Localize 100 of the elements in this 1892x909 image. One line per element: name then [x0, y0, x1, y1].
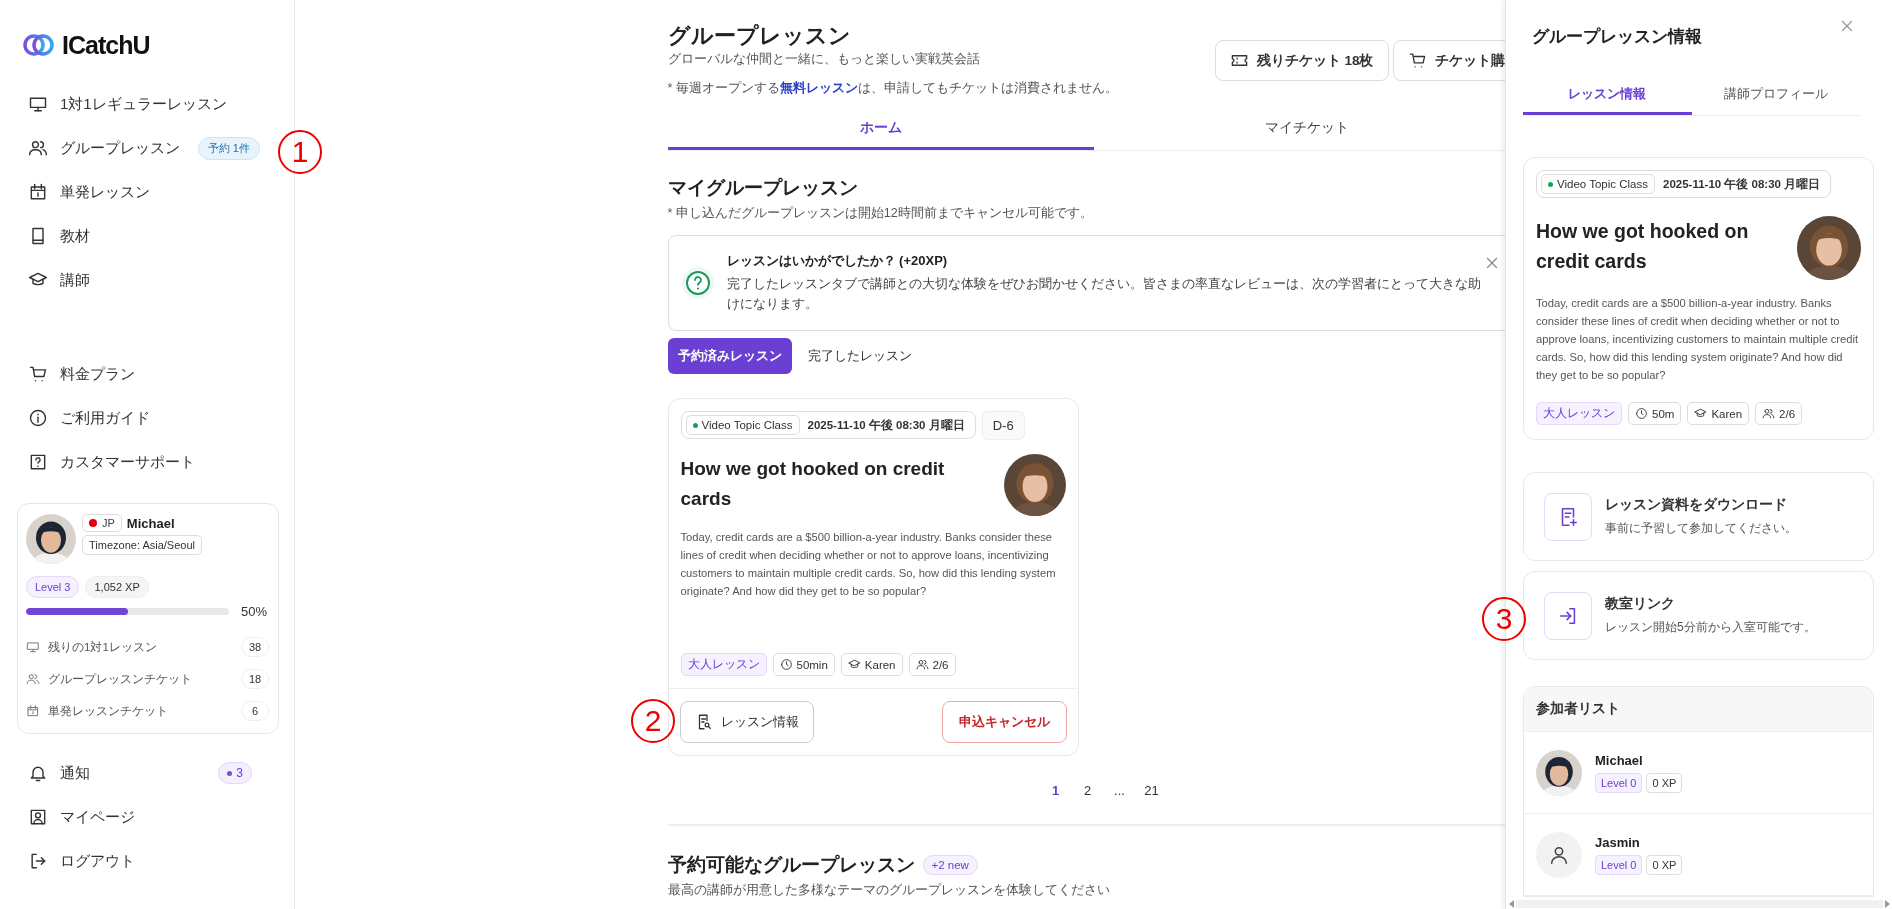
- lesson-tag: Karen: [840, 653, 903, 676]
- class-type-tag: Video Topic Class: [1541, 174, 1655, 194]
- lesson-title: How we got hooked on credit cards: [1536, 219, 1750, 274]
- resource-title: レッスン資料をダウンロード: [1605, 496, 1788, 514]
- section-note: * 申し込んだグループレッスンは開始12時間前までキャンセル可能です。: [667, 205, 1094, 222]
- level-tag: Level 0: [1595, 772, 1643, 793]
- profile-icon: [28, 807, 48, 827]
- progress-reading: 50%: [241, 604, 268, 619]
- feedback-text: 完了したレッスンタブで講師との大切な体験をぜひお聞かせください。皆さまの率直なレビューは、次の学習者にとって大きな助けになります。: [726, 276, 1482, 313]
- country-tag: JP: [82, 514, 122, 532]
- section-title: マイグループレッスン: [667, 176, 859, 200]
- logout-icon: [28, 851, 48, 871]
- nav-item[interactable]: 1対1レギュラーレッスン: [22, 82, 276, 126]
- nav-item[interactable]: 料金プラン: [22, 352, 276, 396]
- tab[interactable]: マイチケット: [1093, 108, 1520, 150]
- section-title: 予約可能なグループレッスン: [667, 853, 915, 877]
- resource-title: 教室リンク: [1605, 595, 1676, 613]
- calendar-icon: [26, 704, 40, 718]
- logo-text[interactable]: ICatchU: [62, 30, 150, 60]
- resource-card[interactable]: レッスン資料をダウンロード 事前に予習して参加してください。: [1523, 472, 1874, 561]
- tab[interactable]: ホーム: [667, 108, 1094, 150]
- nav-item[interactable]: マイページ: [22, 795, 276, 839]
- annotation-marker: 2: [631, 699, 675, 743]
- tickets-button[interactable]: 残りチケット 18枚: [1214, 40, 1389, 81]
- feedback-title: レッスンはいかがでしたか？ (+20XP): [726, 252, 949, 270]
- timezone-tag: Timezone: Asia/Seoul: [82, 535, 202, 555]
- filter-button[interactable]: 予約済みレッスン: [667, 338, 792, 374]
- lesson-tag: 2/6: [908, 653, 956, 676]
- logo-icon: [22, 32, 56, 58]
- clock-icon: [779, 658, 793, 671]
- page-subtitle: グローバルな仲間と一緒に、もっと楽しい実戦英会話: [667, 51, 981, 68]
- stat-label: 残りの1対1レッスン: [48, 639, 157, 655]
- user-name: Michael: [126, 515, 175, 531]
- xp-tag: 0 XP: [1646, 772, 1683, 793]
- graduation-cap-icon: [1694, 407, 1708, 420]
- nav-item[interactable]: ログアウト: [22, 839, 276, 883]
- panel-title: グループレッスン情報: [1531, 26, 1702, 48]
- stat-label: グループレッスンチケット: [48, 671, 192, 687]
- tab[interactable]: 講師プロフィール: [1691, 75, 1860, 115]
- lesson-datetime: 2025-11-10 午後 08:30 月曜日: [1663, 176, 1821, 192]
- page-title: グループレッスン: [667, 22, 852, 50]
- new-badge: +2 new: [922, 855, 978, 875]
- lesson-tag: 大人レッスン: [1536, 402, 1622, 425]
- participants-title: 参加者リスト: [1524, 687, 1873, 732]
- annotation-marker: 1: [278, 130, 322, 174]
- resource-card[interactable]: 教室リンク レッスン開始5分前から入室可能です。: [1523, 571, 1874, 660]
- lesson-datetime: 2025-11-10 午後 08:30 月曜日: [807, 417, 965, 433]
- participant-name: Michael: [1595, 752, 1644, 768]
- countdown-tag: D-6: [981, 411, 1025, 440]
- question-icon: [680, 266, 715, 300]
- monitor-icon: [28, 94, 48, 114]
- nav-item[interactable]: ご利用ガイド: [22, 396, 276, 440]
- monitor-icon: [26, 640, 40, 654]
- stat-label: 単発レッスンチケット: [48, 703, 168, 719]
- level-tag: Level 0: [1595, 854, 1643, 875]
- lesson-tag: 大人レッスン: [680, 653, 767, 676]
- tab[interactable]: レッスン情報: [1523, 75, 1692, 115]
- info-icon: [28, 408, 48, 428]
- participant-name: Jasmin: [1595, 834, 1641, 850]
- people-icon: [26, 672, 40, 686]
- clock-icon: [1635, 407, 1648, 420]
- lesson-title: How we got hooked on credit cards: [680, 457, 946, 511]
- page-link[interactable]: 1: [1046, 783, 1065, 798]
- lesson-description: Today, credit cards are a $500 billion-a-year industry. Banks consider these lines of credit when deciding whether or not to approve loans, incentivizing customers to maintain multiple credit cards. So, how did this lending system originate? And how did they get to be so popular?: [1536, 296, 1860, 383]
- cancel-button[interactable]: 申込キャンセル: [941, 701, 1067, 743]
- lesson-tag: 50min: [772, 653, 835, 676]
- page-link[interactable]: 2: [1078, 783, 1097, 798]
- xp-tag: 0 XP: [1646, 854, 1683, 875]
- page-link[interactable]: 21: [1142, 783, 1161, 798]
- cart-icon: [1407, 51, 1427, 70]
- resource-text: 事前に予習して参加してください。: [1605, 520, 1797, 537]
- lesson-tag: 2/6: [1755, 402, 1803, 425]
- lesson-tag: 50m: [1628, 402, 1682, 425]
- annotation-marker: 3: [1482, 597, 1526, 641]
- help-icon: [28, 452, 48, 472]
- lesson-description: Today, credit cards are a $500 billion-a-year industry. Banks consider these lines of credit when deciding whether or not to approve loans, incentivizing customers to maintain multiple credit cards. So, how did this lending system originate? And how did they get to be so popular?: [680, 530, 1057, 599]
- nav-item[interactable]: グループレッスン 予約 1件: [22, 126, 276, 170]
- nav-item[interactable]: 通知 3: [22, 751, 276, 795]
- nav-item[interactable]: カスタマーサポート: [22, 440, 276, 484]
- nav-item[interactable]: 教材: [22, 214, 276, 258]
- level-tag: Level 3: [26, 576, 80, 598]
- graduation-cap-icon: [847, 658, 861, 671]
- resource-text: レッスン開始5分前から入室可能です。: [1605, 619, 1816, 636]
- class-type-tag: Video Topic Class: [685, 415, 800, 435]
- people-icon: [1762, 407, 1776, 420]
- lesson-tag: Karen: [1687, 402, 1750, 425]
- xp-tag: 1,052 XP: [85, 576, 149, 598]
- calendar-icon: [28, 182, 48, 202]
- nav-item[interactable]: 単発レッスン: [22, 170, 276, 214]
- page-link[interactable]: ...: [1110, 783, 1129, 798]
- notice-text: * 毎週オープンする無料レッスンは、申請してもチケットは消費されません。: [667, 80, 1118, 97]
- section-subtitle: 最高の講師が用意した多様なテーマのグループレッスンを体験してください: [667, 882, 1111, 899]
- lesson-info-button[interactable]: レッスン情報: [679, 701, 814, 743]
- filter-button[interactable]: 完了したレッスン: [797, 338, 922, 374]
- people-icon: [915, 658, 929, 671]
- cart-icon: [28, 364, 48, 384]
- people-icon: [28, 138, 48, 158]
- nav-item[interactable]: 講師: [22, 258, 276, 302]
- notification-count: 3: [218, 762, 252, 784]
- reservation-badge: 予約 1件: [197, 136, 260, 160]
